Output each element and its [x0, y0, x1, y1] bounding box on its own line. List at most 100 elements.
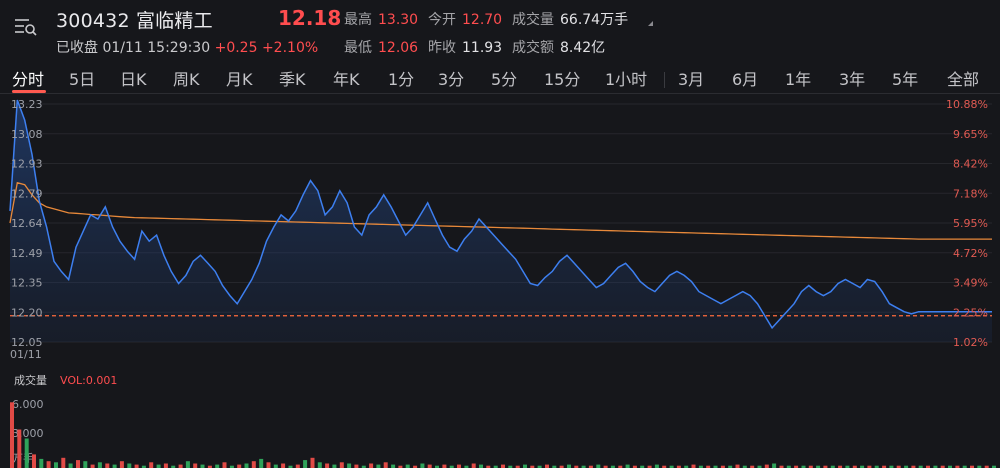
volume-bar [523, 464, 527, 468]
y-tick-label: 12.79 [11, 187, 43, 200]
volume-bar [383, 462, 388, 468]
tab-year-k[interactable]: 年K [333, 66, 360, 90]
tab-month-k[interactable]: 月K [226, 66, 253, 90]
y-tick-label: 12.20 [11, 306, 43, 319]
x-start-label: 01/11 [10, 348, 42, 361]
stat-prev-close: 昨收 11.93 [428, 37, 502, 57]
volume-bar [266, 462, 271, 468]
volume-bar [105, 463, 110, 468]
tab-3year[interactable]: 3年 [839, 66, 865, 90]
stock-name: 富临精工 [135, 10, 213, 32]
volume-bar [354, 464, 359, 468]
volume-bar [479, 464, 483, 468]
volume-bar [112, 464, 117, 468]
quote-datetime: 01/11 15:29:30 [102, 40, 211, 56]
volume-bar [347, 463, 352, 468]
tab-quarter-k[interactable]: 季K [279, 66, 306, 90]
volume-bar [273, 464, 278, 468]
volume-bar [391, 464, 396, 468]
price-change: +0.25 [214, 40, 258, 56]
volume-bar [68, 463, 73, 468]
volume-bar [317, 462, 322, 468]
volume-bar [61, 457, 66, 468]
volume-title: 成交量 [14, 373, 47, 387]
stat-open-value: 12.70 [462, 12, 503, 28]
tab-5year[interactable]: 5年 [892, 66, 918, 90]
tab-all[interactable]: 全部 [947, 66, 979, 90]
period-tabs: 分时 5日 日K 周K 月K 季K 年K 1分 3分 5分 15分 1小时 3月… [0, 62, 1000, 94]
volume-bar [90, 464, 95, 468]
tab-6month[interactable]: 6月 [732, 66, 758, 90]
stat-prev-close-value: 11.93 [462, 40, 503, 56]
tab-1year[interactable]: 1年 [785, 66, 811, 90]
price-area-fill [10, 100, 992, 342]
stock-code: 300432 [56, 10, 130, 32]
search-list-icon[interactable] [14, 17, 38, 37]
stat-high-label: 最高 [344, 12, 372, 28]
y-tick-label: 12.49 [11, 247, 43, 260]
tab-week-k[interactable]: 周K [173, 66, 200, 90]
volume-bar [501, 464, 505, 468]
tab-15min[interactable]: 15分 [544, 66, 580, 90]
volume-bar [691, 464, 696, 468]
volume-tick-mid: 3.000 [12, 427, 44, 440]
volume-bar [295, 464, 300, 468]
tab-1min[interactable]: 1分 [388, 66, 414, 90]
y-tick-label: 12.64 [11, 217, 43, 230]
volume-bar [420, 463, 425, 468]
stat-low: 最低 12.06 [344, 37, 418, 57]
volume-bar [76, 460, 80, 468]
stat-open: 今开 12.70 [428, 9, 502, 29]
volume-bar [244, 463, 249, 468]
y-tick-label: 12.93 [11, 158, 43, 171]
tab-5day[interactable]: 5日 [69, 66, 95, 90]
volume-bar [427, 464, 432, 468]
volume-bar [764, 464, 769, 468]
current-price: 12.18 [278, 6, 342, 30]
volume-bar [185, 461, 190, 468]
pct-tick-label: 7.18% [953, 187, 988, 200]
volume-bar [325, 463, 330, 468]
volume-bar [178, 464, 183, 468]
tab-day-k[interactable]: 日K [120, 66, 147, 90]
volume-bar [339, 462, 344, 468]
tab-3min[interactable]: 3分 [438, 66, 464, 90]
stat-prev-close-label: 昨收 [428, 40, 456, 56]
pct-tick-label: 1.02% [953, 336, 988, 349]
tab-more-icon [648, 21, 653, 26]
volume-bar [200, 464, 205, 468]
pct-tick-label: 10.88% [946, 98, 988, 111]
stat-open-label: 今开 [428, 12, 456, 28]
tab-3month[interactable]: 3月 [678, 66, 704, 90]
tab-5min[interactable]: 5分 [491, 66, 517, 90]
volume-bar [405, 464, 410, 468]
volume-bar [237, 464, 242, 468]
stat-volume: 成交量 66.74万手 [512, 9, 628, 29]
volume-bar [17, 429, 22, 468]
volume-bar [772, 463, 777, 468]
market-status: 已收盘 [56, 40, 98, 56]
average-price-line [9, 181, 992, 240]
y-axis-labels: 13.23 13.08 12.93 12.79 12.64 12.49 12.35 12.20… [11, 98, 43, 349]
volume-tick-top: 6.000 [12, 398, 44, 411]
volume-bar [134, 464, 139, 468]
y-tick-label: 13.08 [11, 128, 43, 141]
volume-bar [163, 463, 168, 468]
tab-1hour[interactable]: 1小时 [605, 66, 647, 90]
volume-bar [310, 457, 315, 468]
volume-bar [54, 462, 58, 468]
stat-turnover-label: 成交额 [512, 40, 554, 56]
volume-bar [303, 460, 308, 468]
stat-low-value: 12.06 [378, 40, 419, 56]
chart-canvas: 13.23 13.08 12.93 12.79 12.64 12.49 12.35 12.20… [9, 98, 996, 468]
pct-tick-label: 4.72% [953, 247, 988, 260]
volume-bar [281, 463, 286, 468]
intraday-chart[interactable]: 13.23 13.08 12.93 12.79 12.64 12.49 12.35 12.20… [0, 94, 1000, 468]
pct-tick-label: 3.49% [953, 277, 988, 290]
volume-bar [369, 463, 374, 468]
tab-intraday[interactable]: 分时 [12, 66, 44, 90]
stat-high: 最高 13.30 [344, 9, 418, 29]
volume-bar [654, 464, 659, 468]
volume-bar [457, 464, 461, 468]
active-tab-indicator [12, 90, 46, 93]
